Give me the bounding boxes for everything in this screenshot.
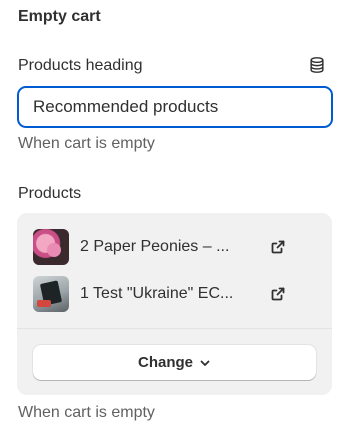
products-heading-input[interactable] [17,86,333,128]
products-label: Products [18,185,82,202]
heading-help-text: When cart is empty [18,135,155,152]
change-button-label: Change [137,354,193,371]
change-products-button[interactable]: Change [33,345,316,380]
chevron-down-icon [200,360,210,366]
product-item: 1 Test "Ukraine" EC... [33,276,323,312]
product-name: 2 Paper Peonies – ... [80,238,230,255]
external-link-icon[interactable] [270,286,286,302]
database-icon[interactable] [308,56,326,74]
product-item: 2 Paper Peonies – ... [33,229,323,265]
products-heading-label: Products heading [18,57,143,74]
divider [17,328,332,329]
product-thumbnail [33,229,69,265]
product-name: 1 Test "Ukraine" EC... [80,285,234,302]
products-help-text: When cart is empty [18,404,155,421]
products-picker: 2 Paper Peonies – ... 1 Test "Ukraine" E… [17,213,332,395]
product-thumbnail [33,276,69,312]
external-link-icon[interactable] [270,239,286,255]
section-title: Empty cart [18,8,101,25]
